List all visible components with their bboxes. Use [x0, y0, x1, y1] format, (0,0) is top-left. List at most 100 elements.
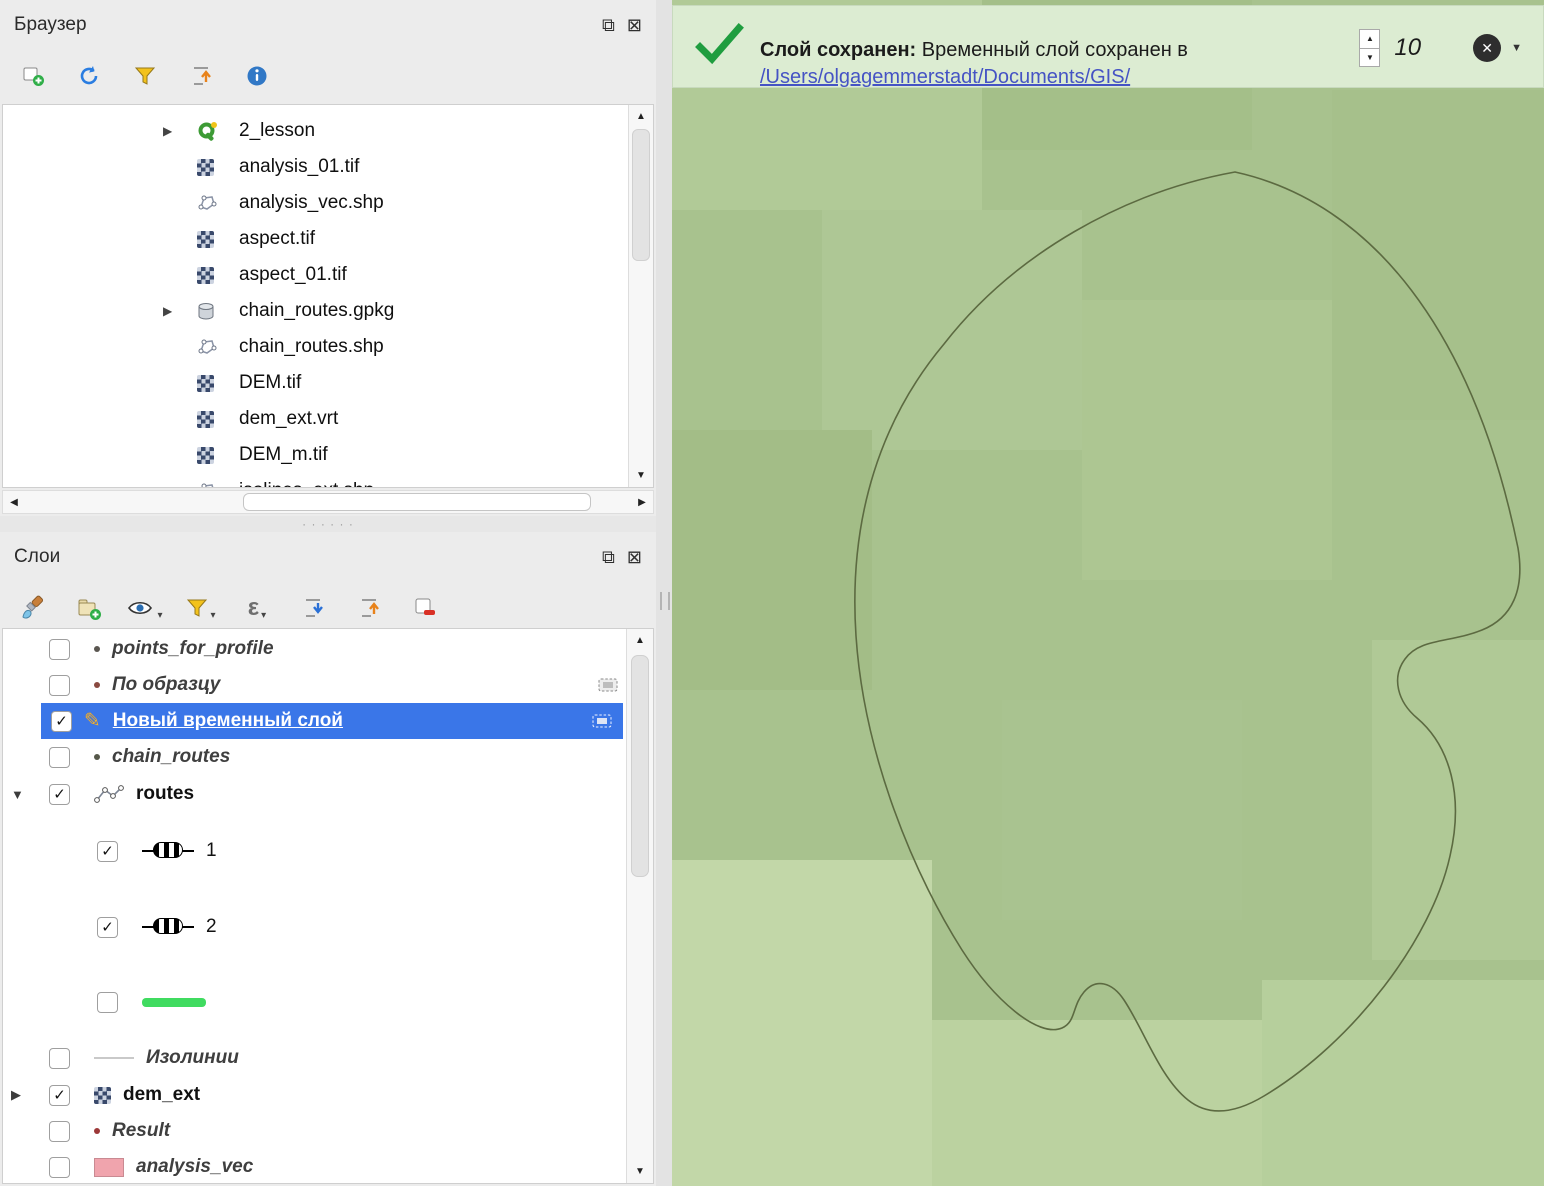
scroll-left-icon[interactable]: ◀	[3, 497, 25, 508]
layers-close-icon[interactable]: ⊠	[627, 548, 642, 566]
collapse-all-icon	[362, 599, 379, 617]
browser-horizontal-scrollbar[interactable]: ◀ ▶	[2, 490, 654, 514]
paintbrush-icon	[22, 595, 44, 619]
legend-visibility-checkbox[interactable]	[97, 991, 118, 1013]
manage-visibility-button[interactable]: ▾	[124, 587, 166, 629]
duration-spinbox[interactable]: ▲ ▼	[1359, 29, 1381, 67]
layer-styling-button[interactable]	[12, 587, 54, 629]
layer-visibility-checkbox[interactable]	[49, 674, 70, 696]
map-canvas[interactable]: Слой сохранен: Временный слой сохранен в…	[672, 0, 1544, 1186]
layer-row-routes[interactable]: ▼ ✓ routes	[3, 775, 653, 813]
dock-splitter[interactable]	[656, 0, 672, 1186]
message-close-button[interactable]: ✕	[1473, 34, 1502, 62]
eye-icon	[128, 601, 153, 615]
browser-item[interactable]: ▶ chain_routes.gpkg	[3, 293, 653, 329]
layer-row-analysis-vec[interactable]: analysis_vec	[3, 1149, 653, 1183]
browser-item[interactable]: dem_ext.vrt	[3, 401, 653, 437]
spin-up-icon[interactable]: ▲	[1360, 30, 1379, 48]
scroll-up-icon[interactable]: ▲	[629, 111, 653, 122]
browser-item[interactable]: chain_routes.shp	[3, 329, 653, 365]
layer-visibility-checkbox[interactable]	[49, 1120, 70, 1142]
panel-splitter[interactable]	[0, 516, 656, 532]
add-layer-icon	[23, 67, 44, 86]
scrollbar-thumb[interactable]	[243, 493, 591, 511]
browser-item[interactable]: aspect.tif	[3, 221, 653, 257]
browser-item[interactable]: aspect_01.tif	[3, 257, 653, 293]
legend-item-unlabeled[interactable]	[3, 965, 653, 1039]
browser-item-label: chain_routes.shp	[239, 336, 384, 357]
add-group-button[interactable]	[68, 587, 110, 629]
gray-line-symbol	[94, 1057, 134, 1059]
saved-path-link[interactable]: /Users/olgagemmerstadt/Documents/GIS/	[760, 66, 1130, 88]
browser-item[interactable]: analysis_01.tif	[3, 149, 653, 185]
layer-row-chain-routes[interactable]: chain_routes	[3, 739, 653, 775]
legend-visibility-checkbox[interactable]: ✓	[97, 840, 118, 862]
remove-layer-button[interactable]	[404, 587, 446, 629]
layers-toolbar: ▾ ▾ ε ▾	[0, 582, 656, 634]
legend-item-2[interactable]: ✓ 2	[3, 889, 653, 965]
layer-row-dem-ext[interactable]: ▶ ✓ dem_ext	[3, 1077, 653, 1113]
raster-icon	[197, 266, 235, 284]
legend-label: 1	[206, 840, 217, 861]
browser-item[interactable]: DEM_m.tif	[3, 437, 653, 473]
scroll-up-icon[interactable]: ▲	[627, 635, 653, 646]
expand-arrow-icon[interactable]: ▶	[163, 124, 197, 138]
collapse-arrow-icon[interactable]: ▼	[11, 787, 49, 802]
qgis-window: Браузер ⧉ ⊠ ▶ 2_lesson analysis_01.tif a…	[0, 0, 1544, 1186]
layer-visibility-checkbox[interactable]	[49, 1156, 70, 1178]
layer-visibility-checkbox[interactable]	[49, 746, 70, 768]
browser-item[interactable]: isolines_ext.shp	[3, 473, 653, 487]
layers-float-icon[interactable]: ⧉	[602, 548, 615, 566]
scroll-down-icon[interactable]: ▼	[629, 470, 653, 481]
layer-row-result[interactable]: Result	[3, 1113, 653, 1149]
expand-arrow-icon[interactable]: ▶	[163, 304, 197, 318]
scrollbar-track[interactable]	[25, 491, 631, 513]
scrollbar-thumb[interactable]	[631, 655, 649, 877]
layer-row-izolinii[interactable]: Изолинии	[3, 1039, 653, 1077]
refresh-button[interactable]	[68, 55, 110, 97]
layer-list: points_for_profile По образцу ✓ ✎ Новый …	[2, 628, 654, 1184]
layer-row-points-for-profile[interactable]: points_for_profile	[3, 631, 653, 667]
browser-item[interactable]: DEM.tif	[3, 365, 653, 401]
expand-all-button[interactable]	[292, 587, 334, 629]
scroll-right-icon[interactable]: ▶	[631, 497, 653, 508]
browser-item[interactable]: ▶ 2_lesson	[3, 113, 653, 149]
filter-legend-button[interactable]: ▾	[180, 587, 222, 629]
legend-item-1[interactable]: ✓ 1	[3, 813, 653, 889]
collapse-all-button[interactable]	[180, 55, 222, 97]
add-layer-button[interactable]	[12, 55, 54, 97]
spin-down-icon[interactable]: ▼	[1360, 47, 1380, 67]
layer-visibility-checkbox[interactable]: ✓	[51, 710, 72, 732]
railway-line-symbol	[142, 917, 194, 937]
browser-vertical-scrollbar[interactable]: ▲ ▼	[628, 105, 653, 487]
railway-line-symbol	[142, 841, 194, 861]
expand-arrow-icon[interactable]: ▶	[11, 1087, 49, 1103]
scrollbar-thumb[interactable]	[632, 129, 650, 261]
chevron-down-icon[interactable]: ▼	[1511, 42, 1522, 54]
layer-row-po-obrazcu[interactable]: По образцу	[3, 667, 653, 703]
filter-browser-button[interactable]	[124, 55, 166, 97]
browser-float-icon[interactable]: ⧉	[602, 16, 615, 34]
legend-visibility-checkbox[interactable]: ✓	[97, 916, 118, 938]
layer-label: chain_routes	[112, 746, 231, 767]
info-icon	[247, 66, 267, 86]
collapse-all-button[interactable]	[348, 587, 390, 629]
expression-filter-button[interactable]: ε ▾	[236, 587, 278, 629]
raster-icon	[197, 158, 235, 176]
layer-visibility-checkbox[interactable]: ✓	[49, 783, 70, 805]
layer-visibility-checkbox[interactable]	[49, 638, 70, 660]
remove-layer-icon	[415, 598, 435, 615]
layer-visibility-checkbox[interactable]	[49, 1047, 70, 1069]
properties-button[interactable]	[236, 55, 278, 97]
browser-item-label: aspect_01.tif	[239, 264, 347, 285]
splitter-handle-icon[interactable]	[660, 592, 670, 610]
layers-vertical-scrollbar[interactable]: ▲ ▼	[626, 629, 653, 1183]
layer-row-novyj-vremennyj-sloj[interactable]: ✓ ✎ Новый временный слой	[41, 703, 623, 739]
browser-item[interactable]: analysis_vec.shp	[3, 185, 653, 221]
scroll-down-icon[interactable]: ▼	[627, 1166, 653, 1177]
browser-close-icon[interactable]: ⊠	[627, 16, 642, 34]
raster-icon	[197, 230, 235, 248]
layer-visibility-checkbox[interactable]: ✓	[49, 1084, 70, 1106]
memory-layer-icon[interactable]	[595, 675, 621, 695]
memory-layer-icon[interactable]	[589, 711, 615, 731]
